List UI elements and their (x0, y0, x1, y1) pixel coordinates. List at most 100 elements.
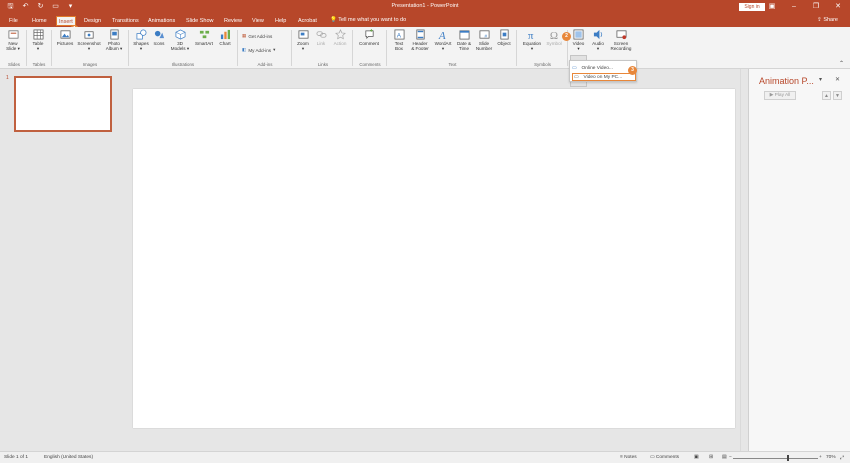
divider (26, 30, 27, 66)
screen-recording-button[interactable]: Screen Recording (609, 29, 633, 51)
title-bar: 🖫 ↶ ↻ ▭ ▾ Presentation1 - PowerPoint Sig… (0, 0, 850, 14)
video-file-icon: ▭ (574, 74, 579, 80)
header-footer-label-2: & Footer (411, 46, 429, 52)
shapes-button[interactable]: Shapes ▾ (132, 29, 150, 51)
reading-view-icon[interactable]: ▤ (722, 455, 727, 460)
3d-models-label-2: Models ▾ (170, 46, 190, 52)
tab-design[interactable]: Design (84, 17, 101, 25)
move-up-button[interactable]: ▲ (822, 91, 831, 100)
audio-button[interactable]: Audio ▾ (588, 29, 608, 51)
language-indicator[interactable]: English (United States) (44, 455, 93, 460)
tell-me-label: Tell me what you want to do (338, 17, 407, 23)
zoom-slider-thumb[interactable] (787, 455, 789, 461)
comments-button[interactable]: ▭ Comments (650, 455, 679, 460)
screenshot-button[interactable]: Screenshot ▾ (76, 29, 102, 51)
online-video-menu-item[interactable]: ▭ Online Video... (572, 64, 613, 72)
pane-options-icon[interactable]: ▾ (819, 76, 822, 83)
divider (51, 30, 52, 66)
zoom-slider[interactable] (733, 458, 818, 459)
share-button[interactable]: ⇪ Share (817, 17, 838, 23)
header-footer-button[interactable]: Header & Footer (409, 29, 431, 51)
table-button[interactable]: Table ▾ (30, 29, 46, 51)
date-time-button[interactable]: Date & Time (455, 29, 473, 51)
group-label-text: Text (448, 62, 457, 67)
icons-icon (154, 30, 164, 39)
equation-button[interactable]: π Equation ▾ (520, 29, 544, 51)
chart-button[interactable]: Chart (217, 29, 233, 46)
zoom-icon (298, 30, 308, 39)
slide-thumbnail[interactable] (14, 76, 112, 132)
slide-number-button[interactable]: # Slide Number (474, 29, 494, 51)
icons-label: Icons (153, 41, 165, 46)
calendar-icon (459, 30, 469, 40)
group-label-comments: Comments (359, 62, 381, 67)
comment-button[interactable]: Comment (356, 29, 382, 46)
smartart-button[interactable]: SmartArt (192, 29, 216, 46)
tab-file[interactable]: File (9, 17, 18, 25)
comment-label: Comment (359, 41, 379, 46)
video-dropdown-menu: ▭ Online Video... ▭ Video on My PC... (569, 60, 637, 82)
video-icon (573, 29, 584, 40)
ribbon-display-icon[interactable]: ▣ (768, 1, 776, 12)
symbol-button[interactable]: Ω Symbol (545, 29, 563, 46)
tab-animations[interactable]: Animations (148, 17, 175, 25)
tell-me-search[interactable]: 💡 Tell me what you want to do (330, 17, 406, 23)
group-label-tables: Tables (32, 62, 46, 67)
svg-text:π: π (527, 30, 533, 40)
document-title: Presentation1 - PowerPoint (391, 3, 459, 9)
screenshot-label-2: ▾ (87, 46, 91, 52)
slide-canvas[interactable] (133, 89, 735, 428)
tab-help[interactable]: Help (275, 17, 286, 25)
normal-view-icon[interactable]: ▣ (694, 455, 699, 460)
wordart-button[interactable]: A WordArt ▾ (433, 29, 453, 51)
chart-icon (220, 29, 230, 40)
minimize-icon[interactable]: – (790, 1, 798, 12)
zoom-level[interactable]: 70% (826, 455, 836, 460)
link-button[interactable]: Link (313, 29, 329, 46)
notes-label: Notes (624, 455, 637, 460)
tab-slide-show[interactable]: Slide Show (186, 17, 214, 25)
star-icon (334, 29, 346, 40)
close-icon[interactable]: ✕ (834, 1, 842, 12)
screenshot-icon (84, 31, 94, 39)
zoom-in-icon[interactable]: + (819, 455, 822, 460)
collapse-ribbon-icon[interactable]: ⌃ (839, 60, 844, 67)
sign-in-button[interactable]: Sign in (739, 3, 765, 11)
comment-icon (364, 29, 374, 40)
get-addins-button[interactable]: ▦ Get Add-ins (242, 33, 272, 39)
move-down-button[interactable]: ▼ (833, 91, 842, 100)
close-pane-icon[interactable]: ✕ (835, 76, 840, 83)
get-addins-label: Get Add-ins (248, 33, 273, 39)
zoom-button[interactable]: Zoom ▾ (295, 29, 311, 51)
restore-icon[interactable]: ❐ (812, 1, 820, 12)
tab-transitions[interactable]: Transitions (112, 17, 139, 25)
date-time-label-2: Time (458, 46, 470, 52)
photo-album-button[interactable]: Photo Album ▾ (104, 29, 124, 51)
vertical-scrollbar[interactable] (740, 69, 748, 451)
tab-home[interactable]: Home (32, 17, 47, 25)
action-button[interactable]: Action (331, 29, 349, 46)
tab-acrobat[interactable]: Acrobat (298, 17, 317, 25)
comments-label: Comments (655, 455, 680, 460)
zoom-out-icon[interactable]: − (729, 455, 732, 460)
link-label: Link (316, 41, 326, 46)
object-button[interactable]: Object (495, 29, 513, 46)
video-on-my-pc-menu-item[interactable]: ▭ Video on My PC... (572, 73, 636, 81)
pictures-button[interactable]: Pictures (55, 29, 75, 46)
new-slide-button[interactable]: New Slide ▾ (4, 29, 22, 51)
cube-icon (175, 29, 185, 40)
tab-view[interactable]: View (252, 17, 264, 25)
play-all-button[interactable]: ▶ Play All (764, 91, 796, 100)
divider (291, 30, 292, 66)
text-box-button[interactable]: A Text Box (391, 29, 407, 51)
video-button[interactable]: Video ▾ (570, 29, 587, 51)
fit-to-window-icon[interactable]: ⤢ (840, 455, 844, 461)
new-slide-icon (8, 30, 18, 39)
slide-sorter-icon[interactable]: ⊞ (709, 455, 713, 460)
notes-button[interactable]: ≡ Notes (620, 455, 637, 460)
my-addins-button[interactable]: ◧ My Add-ins ▾ (242, 47, 275, 53)
table-icon (33, 29, 43, 40)
tab-review[interactable]: Review (224, 17, 242, 25)
icons-button[interactable]: Icons (151, 29, 167, 46)
3d-models-button[interactable]: 3D Models ▾ (170, 29, 190, 51)
